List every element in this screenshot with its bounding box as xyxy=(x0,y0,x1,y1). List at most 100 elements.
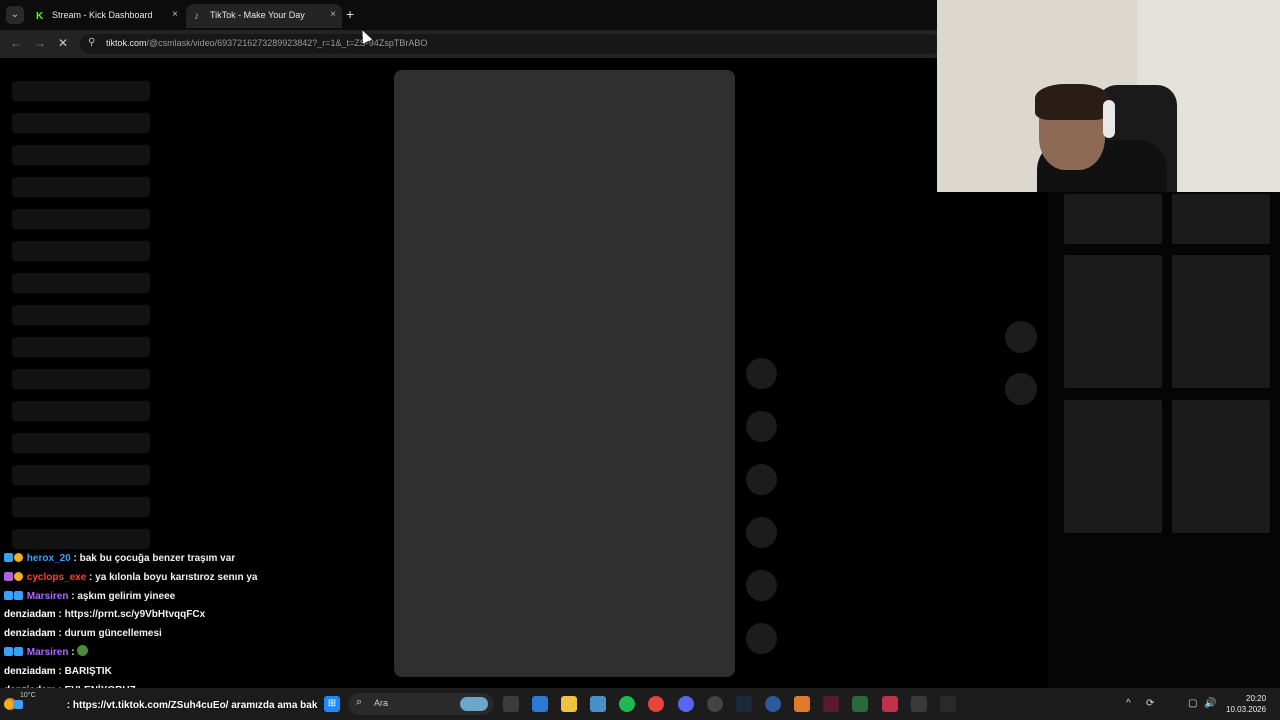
url-host: tiktok.com xyxy=(106,38,147,48)
chat-message: cyclops_exe : ya kılonla boyu karıstıroz… xyxy=(4,569,344,588)
steam-icon[interactable] xyxy=(736,696,752,712)
tab-search-button[interactable]: ⌄ xyxy=(6,6,24,24)
system-clock[interactable]: 20:20 10.03.2026 xyxy=(1226,693,1266,715)
video-thumbnail[interactable] xyxy=(1064,400,1162,533)
tab-label: TikTok - Make Your Day xyxy=(210,10,305,20)
app-icon[interactable] xyxy=(882,696,898,712)
chat-badge-icon xyxy=(4,590,13,600)
skeleton-item xyxy=(12,465,150,485)
clock-date: 10.03.2026 xyxy=(1226,705,1267,714)
volume-icon[interactable]: 🔊 xyxy=(1204,698,1216,709)
app-icon[interactable] xyxy=(911,696,927,712)
chat-badge-icon xyxy=(4,571,13,581)
address-bar[interactable]: ⚲ tiktok.com/@csmlask/video/693721627328… xyxy=(80,34,940,54)
chat-message: Marsiren : xyxy=(4,644,344,663)
more-button-placeholder[interactable] xyxy=(746,570,777,601)
chat-username: cyclops_exe xyxy=(26,571,87,583)
video-thumbnail[interactable] xyxy=(1172,255,1270,388)
app-icon[interactable] xyxy=(940,696,956,712)
kick-icon: K xyxy=(36,11,44,22)
tray-overflow-icon[interactable]: ^ xyxy=(1126,698,1131,709)
skeleton-item xyxy=(12,113,150,133)
taskbar-search[interactable]: ⌕ Ara xyxy=(348,693,494,715)
chrome-icon[interactable] xyxy=(648,696,664,712)
chat-text: : durum güncellemesi xyxy=(55,628,162,640)
skeleton-item xyxy=(12,497,150,517)
chat-username: denziadam xyxy=(4,665,56,677)
tab-tiktok[interactable]: ♪ TikTok - Make Your Day × xyxy=(186,4,342,28)
skeleton-item xyxy=(12,81,150,101)
sync-icon[interactable]: ⟳ xyxy=(1146,698,1154,709)
app-icon[interactable] xyxy=(765,696,781,712)
headset xyxy=(1103,100,1115,138)
task-view-icon[interactable] xyxy=(503,696,519,712)
skeleton-item xyxy=(12,177,150,197)
video-thumbnail[interactable] xyxy=(1064,255,1162,388)
stop-loading-button[interactable]: ✕ xyxy=(58,36,68,50)
chat-text: : bak bu çocuğa benzer traşım var xyxy=(70,553,236,564)
skeleton-item xyxy=(12,529,150,549)
chat-badge-icon xyxy=(14,553,23,562)
skeleton-item xyxy=(12,241,150,261)
skeleton-item xyxy=(12,401,150,421)
video-thumbnail[interactable] xyxy=(1064,194,1162,244)
app-icon[interactable] xyxy=(823,696,839,712)
chat-badge-icon xyxy=(4,646,13,656)
tab-kick-dashboard[interactable]: K Stream - Kick Dashboard × xyxy=(28,4,184,28)
prev-video-button[interactable] xyxy=(1005,321,1037,353)
like-button-placeholder[interactable] xyxy=(746,358,777,389)
share-button-placeholder[interactable] xyxy=(746,517,777,548)
new-tab-button[interactable]: + xyxy=(346,6,354,22)
network-icon[interactable]: ▢ xyxy=(1188,698,1197,709)
file-explorer-icon[interactable] xyxy=(561,696,577,712)
chat-text: : https://vt.tiktok.com/ZSuh4cuEo/ aramı… xyxy=(66,700,318,711)
close-tab-icon[interactable]: × xyxy=(330,4,336,26)
chat-badge-icon xyxy=(4,553,13,562)
chat-message: : https://vt.tiktok.com/ZSuh4cuEo/ aramı… xyxy=(4,700,317,711)
spotify-icon[interactable] xyxy=(619,696,635,712)
start-button-icon[interactable]: ⊞ xyxy=(324,696,340,712)
skeleton-item xyxy=(12,337,150,357)
video-player-placeholder[interactable] xyxy=(394,70,735,677)
chat-text: : aşkım gelirim yineee xyxy=(68,590,176,602)
chat-badge-icon xyxy=(14,590,23,600)
related-videos-panel xyxy=(1048,192,1280,688)
search-icon: ⌕ xyxy=(356,696,363,708)
comment-button-placeholder[interactable] xyxy=(746,411,777,442)
skeleton-item xyxy=(12,433,150,453)
video-thumbnail[interactable] xyxy=(1172,194,1270,244)
tab-label: Stream - Kick Dashboard xyxy=(52,10,153,20)
emote-icon xyxy=(77,644,89,656)
chat-username: herox_20 xyxy=(26,553,71,564)
settings-app-icon[interactable] xyxy=(532,696,548,712)
forward-button[interactable]: → xyxy=(34,36,46,50)
clock-time: 20:20 xyxy=(1246,694,1267,703)
back-button[interactable]: ← xyxy=(10,36,22,50)
search-placeholder: Ara xyxy=(374,698,389,708)
music-button-placeholder[interactable] xyxy=(746,623,777,654)
video-thumbnail[interactable] xyxy=(1172,400,1270,533)
chat-badge-icon xyxy=(14,646,23,656)
stream-chat-overlay: herox_20 : bak bu çocuğa benzer traşım v… xyxy=(4,550,344,700)
app-icon[interactable] xyxy=(852,696,868,712)
chat-text: : xyxy=(68,646,78,658)
save-button-placeholder[interactable] xyxy=(746,464,777,495)
skeleton-item xyxy=(12,273,150,293)
obs-icon[interactable] xyxy=(707,696,723,712)
url-text: tiktok.com/@csmlask/video/69372162732899… xyxy=(106,38,427,48)
chat-text: : ya kılonla boyu karıstıroz senın ya xyxy=(86,571,258,583)
next-video-button[interactable] xyxy=(1005,373,1037,405)
skeleton-item xyxy=(12,369,150,389)
chat-username: denziadam xyxy=(4,628,56,640)
chat-badge-icon xyxy=(14,571,23,581)
search-highlight-icon xyxy=(460,697,488,711)
chat-message: Marsiren : aşkım gelirim yineee xyxy=(4,588,344,607)
skeleton-item xyxy=(12,145,150,165)
chat-username: Marsiren xyxy=(26,590,69,602)
fl-studio-icon[interactable] xyxy=(794,696,810,712)
photos-icon[interactable] xyxy=(590,696,606,712)
discord-icon[interactable] xyxy=(678,696,694,712)
site-settings-icon[interactable]: ⚲ xyxy=(88,37,95,48)
chat-text: : BARIŞTIK xyxy=(55,665,112,677)
close-tab-icon[interactable]: × xyxy=(172,4,178,26)
